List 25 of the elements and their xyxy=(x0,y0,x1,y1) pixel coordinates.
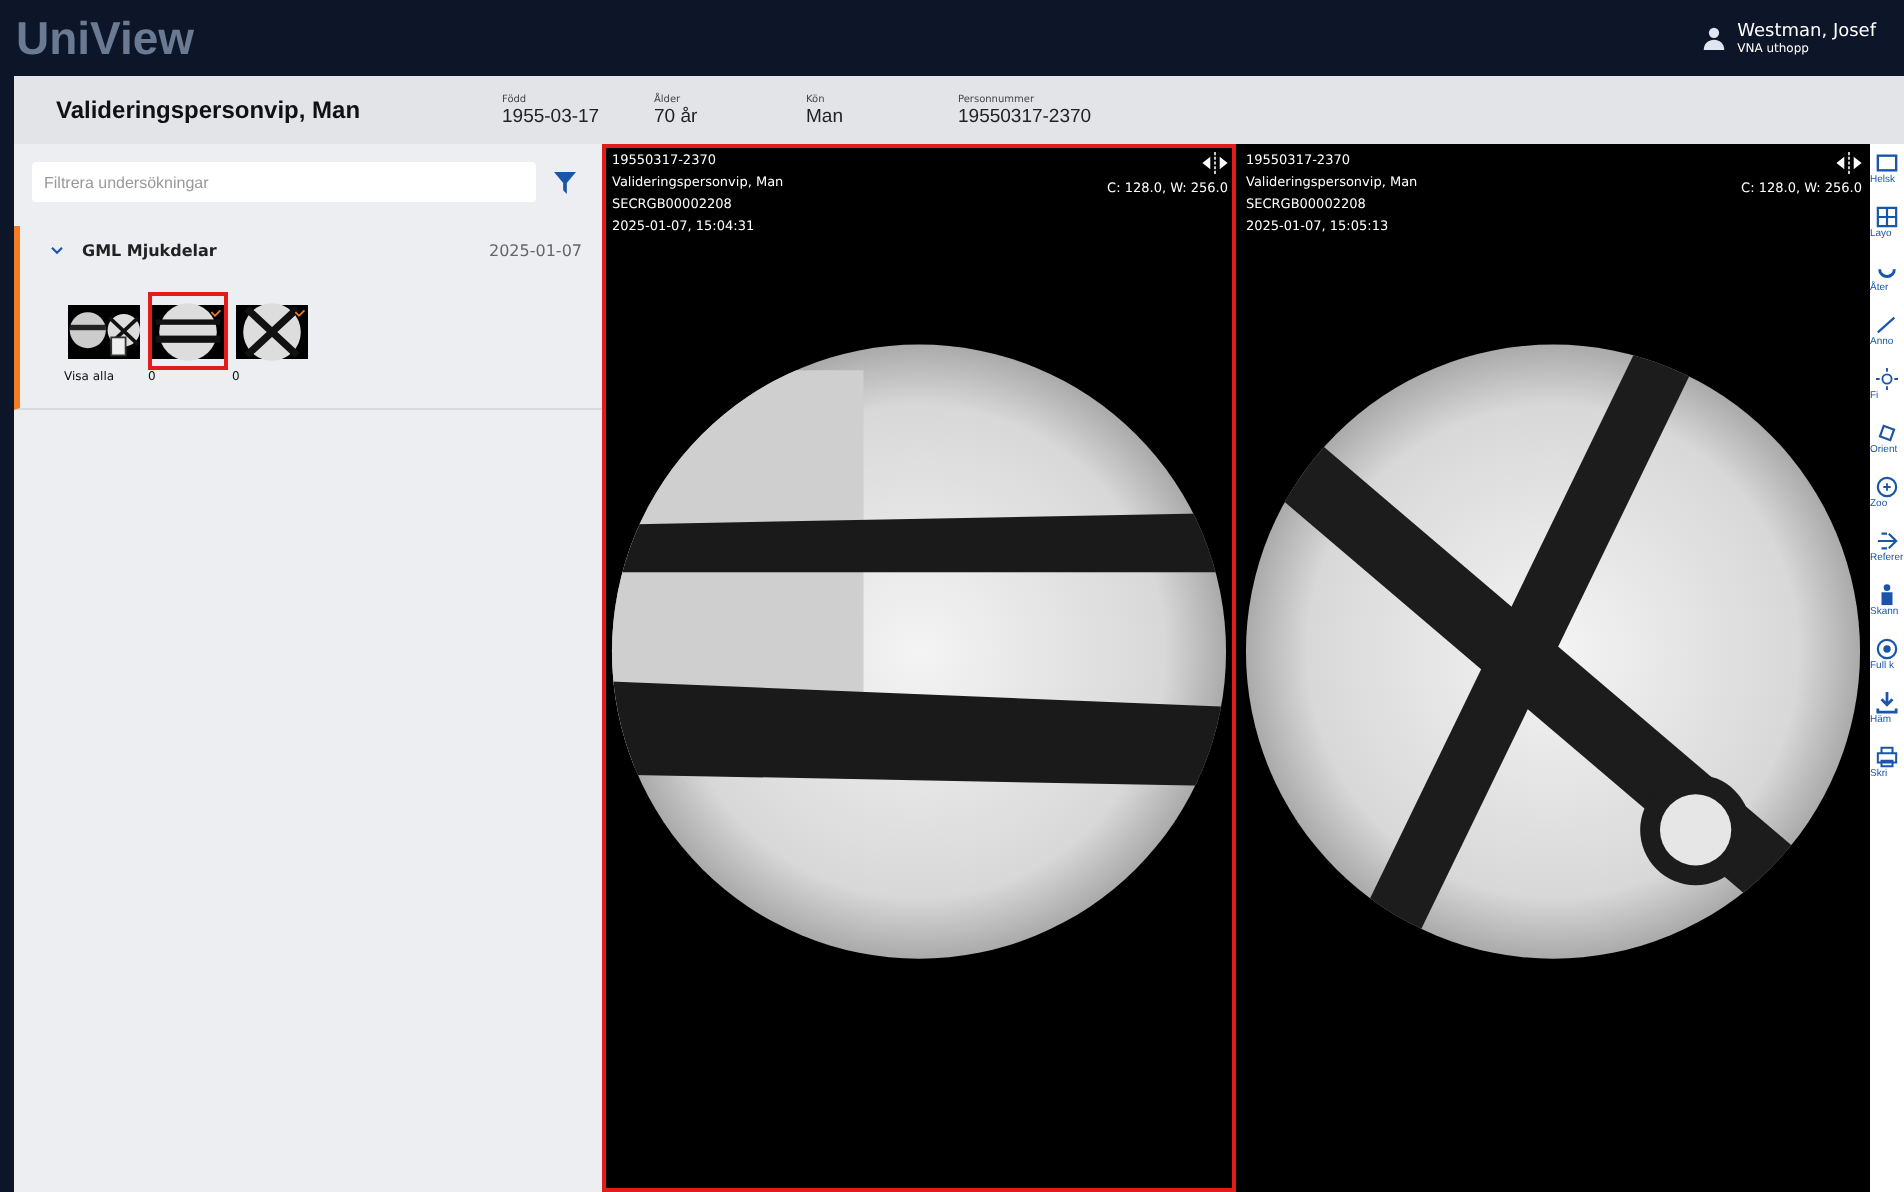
field-value: Man xyxy=(806,105,845,127)
annotate-icon xyxy=(1876,314,1898,336)
print-icon xyxy=(1876,746,1898,768)
flip-icon[interactable] xyxy=(1836,152,1862,174)
thumbnail[interactable] xyxy=(148,292,228,370)
field-value: 70 år xyxy=(654,105,700,127)
flip-icon[interactable] xyxy=(1202,152,1228,174)
filter-field[interactable]: Filtrera undersökningar xyxy=(32,162,536,202)
zoom-icon xyxy=(1876,476,1898,498)
user-icon xyxy=(1701,26,1726,50)
brightness-icon xyxy=(1876,368,1898,390)
chevron-icon[interactable] xyxy=(50,246,64,256)
study-date: 2025-01-07 xyxy=(489,242,582,260)
user-name: Westman, Josef xyxy=(1737,21,1876,41)
download-icon xyxy=(1876,692,1898,714)
filter-icon[interactable] xyxy=(554,171,576,193)
study-title: GML Mjukdelar xyxy=(82,242,219,260)
field-value: 19550317-2370 xyxy=(958,105,1094,127)
reference-icon xyxy=(1876,530,1898,552)
fullscreen-icon xyxy=(1876,152,1898,174)
orient-icon xyxy=(1876,422,1898,444)
app-logo: UniView xyxy=(16,11,195,65)
field-value: 1955-03-17 xyxy=(502,105,602,127)
layout-icon xyxy=(1876,206,1898,228)
patient-name: Valideringspersonvip, Man xyxy=(56,96,363,124)
